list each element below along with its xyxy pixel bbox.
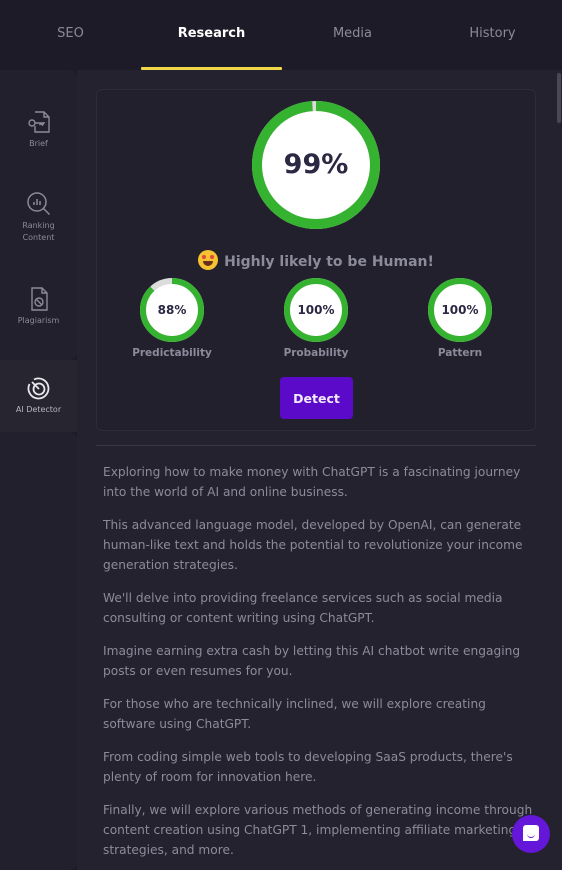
tab-seo[interactable]: SEO bbox=[0, 0, 141, 70]
paragraph: From coding simple web tools to developi… bbox=[103, 750, 513, 784]
paragraph: Exploring how to make money with ChatGPT… bbox=[103, 465, 521, 499]
star-struck-emoji-icon bbox=[198, 250, 219, 270]
scrollbar-thumb[interactable] bbox=[557, 73, 561, 123]
app-window: SEO Research Media History Brief Ranking bbox=[0, 0, 562, 870]
ai-detector-radar-icon bbox=[27, 377, 49, 400]
tab-history[interactable]: History bbox=[423, 0, 562, 70]
paragraph: Imagine earning extra cash by letting th… bbox=[103, 644, 521, 678]
sidebar-item-ai-detector[interactable]: AI Detector bbox=[0, 360, 77, 432]
paragraph: This advanced language model, developed … bbox=[103, 518, 523, 572]
ranking-chart-search-icon bbox=[26, 192, 50, 216]
tab-media[interactable]: Media bbox=[282, 0, 423, 70]
predictability-label: Predictability bbox=[132, 347, 212, 359]
sidebar-item-label: AI Detector bbox=[15, 405, 62, 414]
verdict-label: Highly likely to be Human! bbox=[224, 254, 434, 270]
sidebar-item-ranking-content[interactable]: Ranking Content bbox=[0, 190, 77, 244]
article-content: Exploring how to make money with ChatGPT… bbox=[103, 462, 535, 870]
scrollbar-track[interactable] bbox=[556, 70, 562, 870]
chat-bubble-icon bbox=[523, 825, 539, 841]
paragraph: For those who are technically inclined, … bbox=[103, 697, 486, 731]
sidebar-item-label: Ranking bbox=[22, 221, 55, 230]
predictability-value: 88% bbox=[157, 303, 187, 317]
paragraph: We'll delve into providing freelance ser… bbox=[103, 591, 503, 625]
divider bbox=[96, 445, 536, 446]
plagiarism-document-icon bbox=[30, 287, 48, 311]
sidebar: Brief Ranking Content Plagiarism AI Dete… bbox=[0, 70, 77, 870]
verdict-text: Highly likely to be Human! bbox=[96, 250, 536, 270]
pattern-label: Pattern bbox=[437, 347, 483, 359]
pattern-value: 100% bbox=[441, 303, 479, 317]
sidebar-item-label: Plagiarism bbox=[17, 316, 60, 325]
detect-button[interactable]: Detect bbox=[280, 377, 353, 419]
sidebar-item-label: Content bbox=[22, 233, 55, 242]
sidebar-item-label: Brief bbox=[29, 139, 48, 148]
sidebar-item-brief[interactable]: Brief bbox=[0, 108, 77, 150]
brief-document-key-icon bbox=[27, 111, 50, 133]
sidebar-item-plagiarism[interactable]: Plagiarism bbox=[0, 285, 77, 327]
paragraph: Finally, we will explore various methods… bbox=[103, 803, 533, 857]
tab-research[interactable]: Research bbox=[141, 0, 282, 70]
top-tab-bar: SEO Research Media History bbox=[0, 0, 562, 70]
probability-value: 100% bbox=[297, 303, 335, 317]
chat-support-button[interactable] bbox=[512, 815, 550, 853]
sidebar-group bbox=[0, 432, 77, 870]
probability-label: Probability bbox=[283, 347, 349, 359]
overall-score-value: 99% bbox=[283, 149, 349, 180]
